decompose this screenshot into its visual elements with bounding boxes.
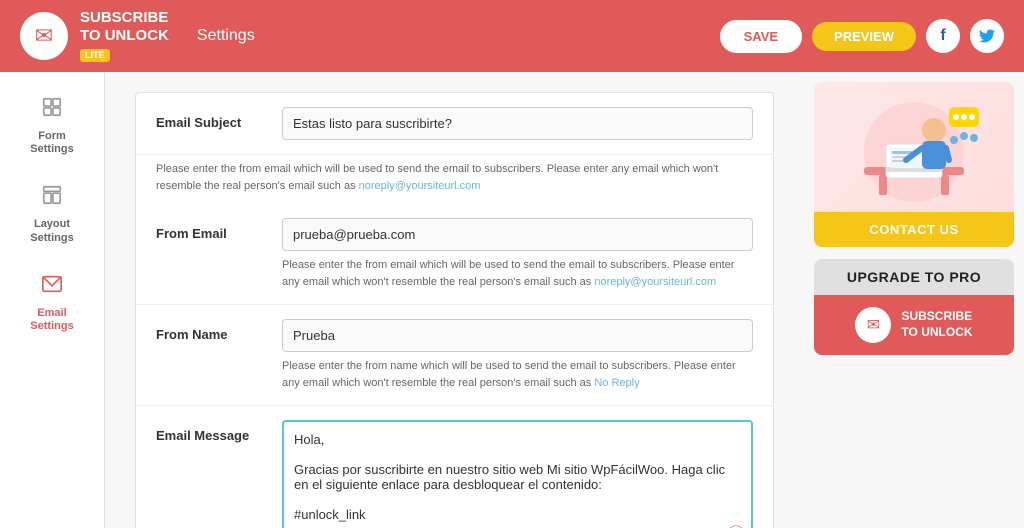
upgrade-logo-line2: TO UNLOCK	[901, 325, 972, 339]
right-panel: CONTACT US UPGRADE TO PRO ✉ SUBSCRIBE TO…	[804, 72, 1024, 528]
from-name-hint: Please enter the from name which will be…	[282, 358, 753, 391]
logo-line2: TO UNLOCK	[80, 27, 169, 44]
email-settings-icon	[41, 273, 63, 301]
from-name-content: Please enter the from name which will be…	[282, 319, 753, 391]
email-message-content: Hola, Gracias por suscribirte en nuestro…	[282, 420, 753, 528]
from-name-row: From Name Please enter the from name whi…	[136, 305, 773, 406]
email-subject-row: Email Subject	[136, 93, 773, 155]
upgrade-logo-line1: SUBSCRIBE	[901, 309, 972, 323]
sidebar-item-layout-settings[interactable]: LayoutSettings	[0, 170, 104, 258]
upgrade-header: UPGRADE TO PRO	[814, 259, 1014, 295]
from-email-label: From Email	[156, 218, 266, 241]
upgrade-logo-icon: ✉	[855, 307, 891, 343]
from-email-content: Please enter the from email which will b…	[282, 218, 753, 290]
logo-icon: ✉	[20, 12, 68, 60]
from-email-row: From Email Please enter the from email w…	[136, 204, 773, 305]
save-button[interactable]: SAVE	[720, 20, 802, 53]
settings-page-label: Settings	[197, 27, 255, 45]
email-settings-form: Email Subject Please enter the from emai…	[135, 92, 774, 528]
from-name-label: From Name	[156, 319, 266, 342]
header: ✉ SUBSCRIBE TO UNLOCK LITE Settings SAVE…	[0, 0, 1024, 72]
sidebar-item-email-settings[interactable]: EmailSettings	[0, 259, 104, 347]
from-email-input[interactable]	[282, 218, 753, 251]
content-area: FormSettings LayoutSettings EmailSetting…	[0, 72, 1024, 528]
form-settings-label: FormSettings	[30, 130, 73, 156]
logo-badge: LITE	[80, 49, 110, 62]
facebook-button[interactable]: f	[926, 19, 960, 53]
upgrade-logo-text: SUBSCRIBE TO UNLOCK	[901, 309, 972, 340]
from-email-hint-link[interactable]: noreply@yoursiteurl.com	[594, 276, 716, 288]
email-message-label: Email Message	[156, 420, 266, 443]
preview-button[interactable]: PREVIEW	[812, 22, 916, 51]
from-email-hint: Please enter the from email which will b…	[282, 257, 753, 290]
ad-card: CONTACT US	[814, 82, 1014, 247]
from-name-input[interactable]	[282, 319, 753, 352]
form-settings-icon	[41, 96, 63, 124]
upgrade-logo-area: ✉ SUBSCRIBE TO UNLOCK	[814, 295, 1014, 355]
email-subject-content	[282, 107, 753, 140]
from-name-hint-link[interactable]: No Reply	[594, 377, 639, 389]
logo-text: SUBSCRIBE TO UNLOCK LITE	[80, 9, 169, 63]
from-email-hint-link-top[interactable]: noreply@yoursiteurl.com	[359, 180, 481, 192]
layout-settings-icon	[41, 184, 63, 212]
logo-line1: SUBSCRIBE	[80, 9, 168, 26]
email-subject-label: Email Subject	[156, 107, 266, 130]
email-subject-input[interactable]	[282, 107, 753, 140]
twitter-button[interactable]	[970, 19, 1004, 53]
from-email-hint-text-top: Please enter the from email which will b…	[156, 161, 753, 194]
email-settings-label: EmailSettings	[30, 307, 73, 333]
ad-illustration	[814, 82, 1014, 212]
textarea-wrapper: Hola, Gracias por suscribirte en nuestro…	[282, 420, 753, 528]
sidebar-item-form-settings[interactable]: FormSettings	[0, 82, 104, 170]
sidebar: FormSettings LayoutSettings EmailSetting…	[0, 72, 105, 528]
layout-settings-label: LayoutSettings	[30, 218, 73, 244]
main-content: Email Subject Please enter the from emai…	[105, 72, 804, 528]
email-message-row: Email Message Hola, Gracias por suscribi…	[136, 406, 773, 528]
upgrade-card: UPGRADE TO PRO ✉ SUBSCRIBE TO UNLOCK	[814, 259, 1014, 355]
email-message-textarea[interactable]: Hola, Gracias por suscribirte en nuestro…	[282, 420, 753, 528]
from-email-hint-top: Please enter the from email which will b…	[136, 161, 773, 204]
header-actions: SAVE PREVIEW f	[720, 19, 1004, 53]
contact-us-button[interactable]: CONTACT US	[814, 212, 1014, 247]
logo: ✉ SUBSCRIBE TO UNLOCK LITE Settings	[20, 9, 255, 63]
